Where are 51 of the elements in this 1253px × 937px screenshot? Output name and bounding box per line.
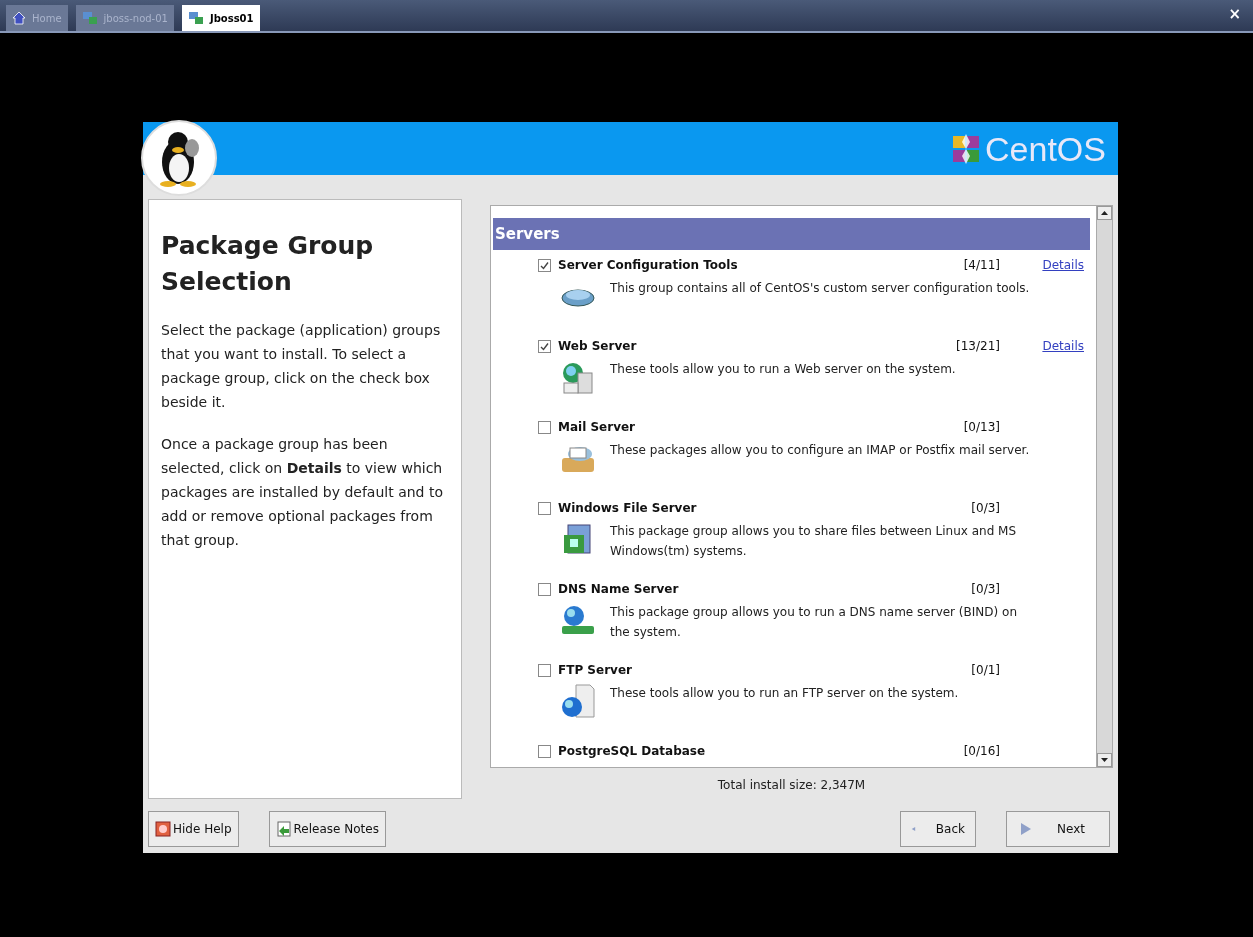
computer-icon xyxy=(81,11,98,25)
checkbox[interactable] xyxy=(538,501,551,515)
group-count: [0/3] xyxy=(970,500,1000,517)
group-count: [13/21] xyxy=(955,338,1000,355)
checkbox[interactable] xyxy=(538,339,551,353)
scroll-up-icon[interactable] xyxy=(1097,206,1112,220)
group-name: Web Server xyxy=(558,338,637,355)
release-notes-button[interactable]: Release Notes xyxy=(268,811,386,847)
details-link[interactable]: Details xyxy=(1042,337,1084,355)
help-title: Package Group Selection xyxy=(161,230,375,298)
group-name: DNS Name Server xyxy=(558,581,679,598)
group-description: This group contains all of CentOS's custom server configuration tools. xyxy=(610,280,1030,297)
next-button[interactable]: Next xyxy=(1006,811,1110,847)
group-count: [4/11] xyxy=(962,257,1000,274)
scrollbar[interactable] xyxy=(1096,206,1112,767)
session-tab[interactable]: Jboss01 xyxy=(181,5,260,31)
group-description: These tools allow you to run an FTP server on the system. xyxy=(610,685,960,702)
details-link[interactable]: Details xyxy=(1042,256,1084,274)
group-count: [0/3] xyxy=(970,581,1000,598)
checkbox[interactable] xyxy=(538,744,551,758)
group-name: PostgreSQL Database xyxy=(558,743,706,760)
help-text: Select the package (application) groups that you want to install. To select a package group, click on the check box beside it. xyxy=(161,321,442,412)
group-count: [0/1] xyxy=(970,662,1000,679)
category-header: Servers xyxy=(493,218,1090,250)
group-name: Windows File Server xyxy=(558,500,697,517)
group-description: These packages allow you to configure an IMAP or Postfix mail server. xyxy=(610,442,1030,459)
close-button[interactable]: × xyxy=(1228,2,1241,25)
checkbox[interactable] xyxy=(538,582,551,596)
back-button[interactable]: Back xyxy=(900,811,976,847)
group-description: This package group allows you to run a DNS name server (BIND) on the system. xyxy=(610,604,1018,641)
group-description: This package group allows you to share files between Linux and MS Windows(tm) systems. xyxy=(610,523,1018,560)
checkbox[interactable] xyxy=(538,420,551,434)
brand-name: CentOS xyxy=(985,132,1106,166)
right-arrow-icon xyxy=(1019,822,1033,836)
help-icon xyxy=(155,821,171,837)
help-text: Once a package group has been selected, click on Details to view which packages are installed by default and to add or remove optional packages from that group. xyxy=(161,435,444,550)
scroll-down-icon[interactable] xyxy=(1097,753,1112,767)
document-icon xyxy=(275,821,292,837)
group-name: Server Configuration Tools xyxy=(558,257,738,274)
checkbox[interactable] xyxy=(538,663,551,677)
flower-logo-icon xyxy=(951,134,982,164)
group-count: [0/13] xyxy=(962,419,1000,436)
group-description: These tools allow you to run a Web server on the system. xyxy=(610,361,957,378)
house-icon xyxy=(12,11,26,25)
group-name: FTP Server xyxy=(558,662,632,679)
install-size: Total install size: 2,347M xyxy=(717,777,866,794)
computer-icon xyxy=(187,11,204,25)
hide-help-button[interactable]: Hide Help xyxy=(148,811,239,847)
checkbox[interactable] xyxy=(538,258,551,272)
group-count: [0/16] xyxy=(962,743,1000,760)
group-name: Mail Server xyxy=(558,419,636,436)
